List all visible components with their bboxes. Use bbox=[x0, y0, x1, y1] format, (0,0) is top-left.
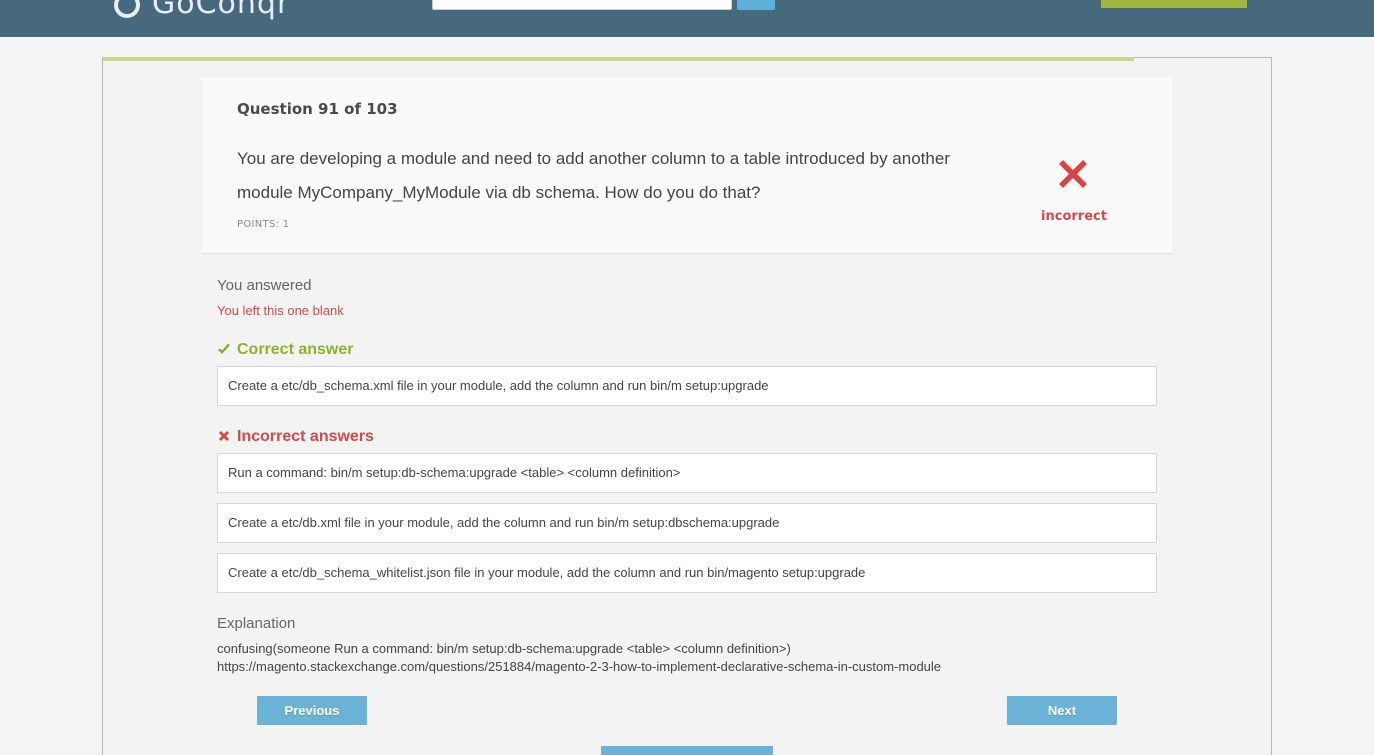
search-input[interactable] bbox=[432, 0, 732, 10]
result-label: incorrect bbox=[1041, 209, 1107, 224]
question-card: Question 91 of 103 You are developing a … bbox=[202, 78, 1172, 254]
logo-mark-icon bbox=[114, 0, 140, 18]
incorrect-answer-option: Run a command: bin/m setup:db-schema:upg… bbox=[217, 453, 1157, 493]
incorrect-answer-option: Create a etc/db.xml file in your module,… bbox=[217, 503, 1157, 543]
logo-text: GoConqr bbox=[152, 0, 291, 21]
next-button[interactable]: Next bbox=[1007, 696, 1117, 725]
quiz-progress-line bbox=[103, 57, 1134, 61]
explanation-link: https://magento.stackexchange.com/questi… bbox=[217, 659, 942, 674]
you-answered-title: You answered bbox=[217, 277, 312, 294]
checkmark-icon bbox=[218, 343, 230, 354]
search-button[interactable] bbox=[737, 0, 775, 10]
answers-section: You answered You left this one blank Cor… bbox=[202, 255, 1172, 755]
correct-answer-heading: Correct answer bbox=[217, 341, 354, 359]
explanation-title: Explanation bbox=[217, 615, 296, 632]
incorrect-answers-heading: Incorrect answers bbox=[217, 428, 374, 446]
explanation-line: confusing(someone Run a command: bin/m s… bbox=[217, 641, 791, 656]
previous-button[interactable]: Previous bbox=[257, 696, 367, 725]
top-navigation-bar: GoConqr bbox=[0, 0, 1374, 37]
correct-answer-heading-label: Correct answer bbox=[237, 341, 354, 358]
bottom-action-button[interactable] bbox=[601, 746, 773, 755]
incorrect-answer-option: Create a etc/db_schema_whitelist.json fi… bbox=[217, 553, 1157, 593]
x-icon bbox=[1059, 160, 1087, 188]
header-action-button[interactable] bbox=[1101, 0, 1247, 8]
question-number: Question 91 of 103 bbox=[237, 100, 398, 118]
question-points: POINTS: 1 bbox=[237, 219, 290, 230]
incorrect-answers-heading-label: Incorrect answers bbox=[237, 428, 374, 445]
explanation-text: confusing(someone Run a command: bin/m s… bbox=[217, 640, 1167, 676]
you-answered-value: You left this one blank bbox=[217, 303, 344, 318]
correct-answer-option: Create a etc/db_schema.xml file in your … bbox=[217, 366, 1157, 406]
question-text: You are developing a module and need to … bbox=[237, 149, 950, 202]
site-logo[interactable]: GoConqr bbox=[114, 0, 290, 21]
cross-icon bbox=[219, 431, 229, 441]
